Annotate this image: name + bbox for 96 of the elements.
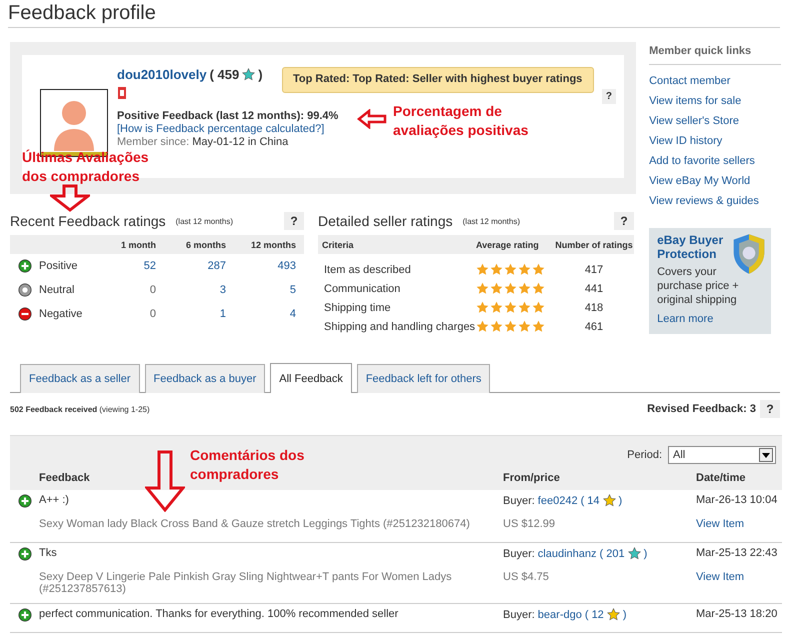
quick-link[interactable]: View reviews & guides bbox=[649, 195, 788, 215]
rating-count: 418 bbox=[584, 302, 604, 314]
buyer-link[interactable]: fee0242 bbox=[538, 494, 578, 506]
rating-count: 441 bbox=[584, 282, 604, 294]
item-title: Sexy Woman lady Black Cross Band & Gauze stretch Leggings Tights (#251232180674) bbox=[39, 518, 471, 530]
period-note: (last 12 months) bbox=[462, 216, 521, 226]
criteria-label: Communication bbox=[323, 282, 402, 294]
shield-icon bbox=[731, 232, 768, 276]
column-header: Feedback bbox=[39, 472, 90, 484]
rating-label: Negative bbox=[39, 308, 82, 320]
section-title: Detailed seller ratings bbox=[318, 213, 453, 229]
column-header: Date/time bbox=[696, 472, 747, 484]
member-since-label: Member since: bbox=[117, 136, 190, 148]
column-header: 12 months bbox=[250, 240, 297, 250]
buyer-link[interactable]: bear-dgo bbox=[538, 608, 582, 620]
quick-links-title: Member quick links bbox=[649, 42, 782, 65]
view-item-link[interactable]: View Item bbox=[696, 571, 744, 583]
buyer-score: ( 14 bbox=[580, 494, 600, 506]
column-header: Average rating bbox=[476, 240, 540, 250]
criteria-label: Shipping time bbox=[323, 302, 392, 314]
rating-label: Positive bbox=[39, 260, 78, 272]
buyer-score: ( 201 bbox=[600, 548, 625, 560]
section-title: Recent Feedback ratings bbox=[10, 213, 166, 229]
column-header: From/price bbox=[503, 472, 561, 484]
feedback-date: Mar-25-13 22:43 bbox=[696, 547, 778, 559]
item-title: Sexy Deep V Lingerie Pale Pinkish Gray Sling Nightwear+T pants For Women Ladys (#251237857613) bbox=[39, 571, 453, 595]
count-link[interactable]: 5 bbox=[290, 284, 296, 296]
buyer-link[interactable]: claudinhanz bbox=[538, 548, 597, 560]
protection-title: eBay Buyer Protection bbox=[657, 234, 724, 262]
member-since-value: May-01-12 in China bbox=[192, 136, 288, 148]
seller-badge-icon bbox=[117, 86, 127, 100]
annotation-text: Porcentagem de avaliações positivas bbox=[393, 102, 530, 140]
tab[interactable]: Feedback as a seller bbox=[20, 364, 140, 393]
page-title: Feedback profile bbox=[8, 0, 780, 28]
period-label: Period: bbox=[627, 449, 662, 461]
quick-link[interactable]: View seller's Store bbox=[649, 115, 788, 135]
help-button[interactable]: ? bbox=[760, 400, 780, 418]
buyer-score: ( 12 bbox=[584, 608, 604, 620]
criteria-label: Shipping and handling charges bbox=[323, 320, 476, 332]
count-link[interactable]: 1 bbox=[220, 308, 226, 320]
quick-link[interactable]: View eBay My World bbox=[649, 175, 788, 195]
top-rated-banner: Top Rated: Top Rated: Seller with highest buyer ratings bbox=[282, 67, 594, 93]
annotation-text: Comentários dos compradores bbox=[190, 446, 306, 484]
buyer-label: Buyer: bbox=[503, 608, 535, 620]
learn-more-link[interactable]: Learn more bbox=[657, 313, 714, 326]
view-item-link[interactable]: View Item bbox=[696, 518, 744, 530]
count-link[interactable]: 3 bbox=[220, 284, 226, 296]
period-note: (last 12 months) bbox=[176, 216, 234, 226]
column-header: 1 month bbox=[120, 240, 157, 250]
buyer-label: Buyer: bbox=[503, 548, 535, 560]
username-link[interactable]: dou2010lovely bbox=[117, 67, 207, 82]
help-button[interactable]: ? bbox=[284, 212, 304, 230]
feedback-comment: Tks bbox=[39, 547, 58, 559]
count-link[interactable]: 287 bbox=[208, 260, 226, 272]
score-paren: ) bbox=[622, 608, 626, 620]
tab[interactable]: All Feedback bbox=[270, 363, 352, 393]
item-price: US $4.75 bbox=[503, 571, 550, 583]
feedback-count-text: 502 Feedback received (viewing 1-25) bbox=[10, 404, 150, 414]
score-paren: ) bbox=[258, 67, 263, 82]
annotation-arrow bbox=[50, 184, 90, 212]
quick-link[interactable]: Add to favorite sellers bbox=[649, 155, 788, 175]
column-header: 6 months bbox=[184, 240, 227, 250]
tab[interactable]: Feedback as a buyer bbox=[144, 364, 266, 393]
period-select[interactable]: All bbox=[668, 446, 776, 464]
count-value: 0 bbox=[150, 284, 156, 296]
count-link[interactable]: 4 bbox=[290, 308, 296, 320]
buyer-label: Buyer: bbox=[503, 494, 535, 506]
help-button[interactable]: ? bbox=[614, 212, 634, 230]
percentage-help-link[interactable]: [How is Feedback percentage calculated?] bbox=[117, 123, 357, 135]
feedback-date: Mar-25-13 18:20 bbox=[696, 608, 778, 620]
score-paren: ) bbox=[644, 548, 648, 560]
score-paren: ) bbox=[618, 494, 622, 506]
quick-link[interactable]: View items for sale bbox=[649, 95, 788, 115]
feedback-score: ( 459 bbox=[210, 67, 240, 82]
tab[interactable]: Feedback left for others bbox=[356, 364, 490, 393]
protection-text: Covers your purchase price + original shipping bbox=[657, 264, 740, 308]
positive-feedback-text: Positive Feedback (last 12 months): 99.4% bbox=[117, 110, 340, 122]
annotation-arrow bbox=[357, 109, 387, 129]
quick-link[interactable]: Contact member bbox=[649, 75, 788, 95]
count-value: 0 bbox=[150, 308, 156, 320]
criteria-label: Item as described bbox=[323, 264, 412, 276]
feedback-comment: perfect communication. Thanks for everything. 100% recommended seller bbox=[39, 608, 400, 620]
count-link[interactable]: 52 bbox=[144, 260, 156, 272]
count-link[interactable]: 493 bbox=[278, 260, 296, 272]
revised-feedback-text: Revised Feedback: 3 bbox=[647, 403, 756, 415]
feedback-comment: A++ :) bbox=[39, 494, 70, 506]
rating-label: Neutral bbox=[39, 284, 74, 296]
quick-link[interactable]: View ID history bbox=[649, 135, 788, 155]
item-price: US $12.99 bbox=[503, 518, 556, 530]
help-button[interactable]: ? bbox=[602, 89, 616, 104]
rating-count: 417 bbox=[584, 264, 604, 276]
column-header: Criteria bbox=[321, 240, 355, 250]
feedback-date: Mar-26-13 10:04 bbox=[696, 494, 778, 506]
annotation-arrow bbox=[145, 450, 185, 512]
column-header: Number of ratings bbox=[554, 240, 634, 250]
rating-count: 461 bbox=[584, 320, 604, 332]
